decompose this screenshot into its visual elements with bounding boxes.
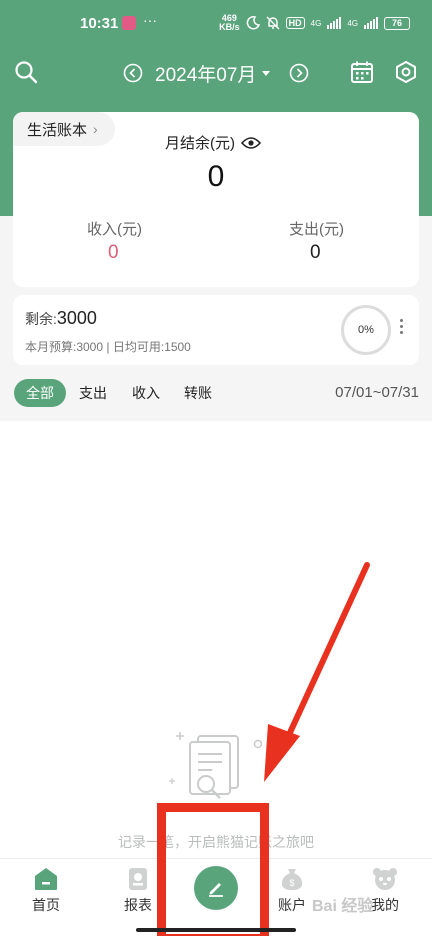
month-title: 2024年07月: [155, 65, 257, 86]
income-label: 收入(元): [87, 221, 142, 238]
chevron-right-icon: ›: [93, 121, 98, 137]
chevron-right-icon: [289, 63, 309, 83]
watermark: Bai 经验: [312, 898, 374, 915]
annotation-highlight-box: [157, 803, 269, 936]
budget-card[interactable]: 剩余:3000 本月预算:3000 | 日均可用:1500 0%: [13, 295, 419, 365]
calendar-icon: [351, 61, 373, 83]
nav-account-label: 账户: [278, 897, 306, 913]
home-icon: [35, 868, 57, 890]
battery-indicator: 76: [384, 16, 410, 30]
balance-label-row: 月结余(元): [165, 132, 261, 153]
remaining-row: 剩余:3000: [25, 308, 97, 329]
filter-tabs: 全部 支出 收入 转账 07/01~07/31: [13, 379, 419, 407]
caret-down-icon: [262, 71, 271, 76]
more-notifications-icon: ···: [143, 12, 157, 28]
account-book-name: 生活账本: [27, 121, 88, 139]
budget-progress-ring: 0%: [341, 305, 391, 355]
moon-icon: [246, 16, 260, 30]
app-notification-icon: [122, 16, 136, 30]
budget-detail: 本月预算:3000 | 日均可用:1500: [25, 340, 191, 354]
status-bar: 10:31 ··· 469 KB/s HD 4G 4G 76: [0, 0, 432, 48]
remaining-label: 剩余:: [25, 311, 57, 327]
eye-icon[interactable]: [241, 136, 261, 150]
tab-expense[interactable]: 支出: [79, 379, 107, 407]
report-icon: [129, 868, 147, 890]
signal-icon: [327, 17, 342, 29]
month-selector[interactable]: 2024年07月: [155, 60, 271, 87]
nav-home-label: 首页: [32, 897, 60, 913]
income-value: 0: [108, 242, 119, 263]
network-speed: 469 KB/s: [219, 13, 240, 32]
panda-icon: [373, 868, 397, 890]
remaining-value: 3000: [56, 308, 97, 328]
home-indicator[interactable]: [136, 928, 296, 932]
calendar-button[interactable]: [348, 58, 376, 86]
svg-text:$: $: [289, 878, 294, 888]
expense-label: 支出(元): [289, 221, 344, 238]
mute-bell-icon: [266, 16, 280, 30]
tab-all[interactable]: 全部: [14, 379, 66, 407]
status-indicators: 469 KB/s HD 4G 4G 76: [219, 14, 410, 32]
next-month-button[interactable]: [288, 62, 310, 84]
summary-card: 生活账本 › 月结余(元) 0 收入(元) 0 支出(元) 0: [13, 112, 419, 287]
expense-value: 0: [310, 242, 321, 263]
date-range[interactable]: 07/01~07/31: [335, 379, 419, 407]
settings-icon: [396, 60, 416, 84]
more-options-icon[interactable]: [400, 319, 403, 334]
nav-home[interactable]: 首页: [16, 867, 76, 915]
hd-badge: HD: [285, 17, 305, 29]
status-time: 10:31: [80, 15, 119, 32]
tab-transfer[interactable]: 转账: [184, 379, 212, 407]
balance-value: 0: [207, 160, 225, 193]
chevron-left-icon: [123, 63, 143, 83]
annotation-arrow: [264, 562, 370, 782]
account-book-selector[interactable]: 生活账本 ›: [13, 112, 115, 146]
top-nav: 2024年07月: [0, 48, 432, 98]
nav-mine-label: 我的: [371, 897, 399, 913]
search-icon: [15, 61, 38, 84]
nav-report-label: 报表: [124, 897, 152, 913]
money-bag-icon: $: [281, 869, 303, 890]
network-type-2: 4G: [347, 18, 358, 28]
network-type-1: 4G: [310, 18, 322, 28]
prev-month-button[interactable]: [122, 62, 144, 84]
balance-label: 月结余(元): [165, 135, 235, 152]
settings-button[interactable]: [392, 58, 420, 86]
tab-income[interactable]: 收入: [132, 379, 160, 407]
search-button[interactable]: [12, 58, 40, 86]
signal-icon-2: [364, 17, 378, 29]
budget-progress-text: 0%: [358, 324, 374, 336]
